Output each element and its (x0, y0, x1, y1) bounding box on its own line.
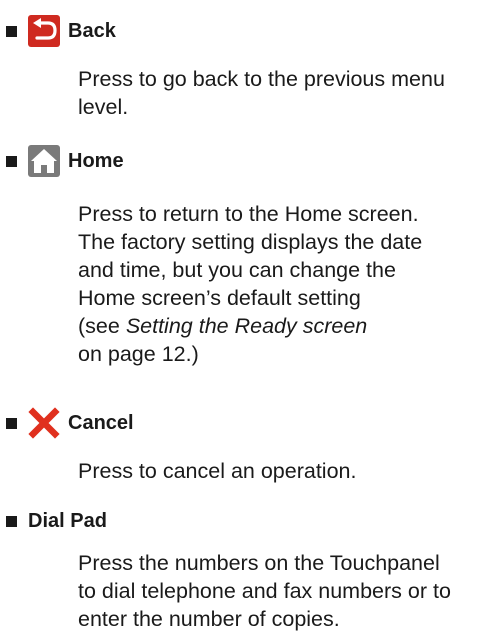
bullet-square-icon (6, 156, 17, 167)
home-title: Home (68, 150, 124, 172)
cancel-description: Press to cancel an operation. (78, 459, 357, 483)
home-icon (28, 145, 60, 177)
back-arrow-icon (28, 15, 60, 47)
dial-pad-title: Dial Pad (28, 510, 107, 532)
bullet-square-icon (6, 26, 17, 37)
bullet-square-icon (6, 418, 17, 429)
dial-pad-description: Press the numbers on the Touchpanel to d… (78, 551, 451, 631)
back-title: Back (68, 20, 116, 42)
cancel-title: Cancel (68, 412, 134, 434)
back-description: Press to go back to the previous menu le… (78, 67, 445, 119)
cancel-x-icon (28, 407, 60, 439)
home-description: Press to return to the Home screen. The … (78, 202, 423, 366)
cross-reference-link[interactable]: Setting the Ready screen (126, 314, 367, 338)
bullet-square-icon (6, 516, 17, 527)
